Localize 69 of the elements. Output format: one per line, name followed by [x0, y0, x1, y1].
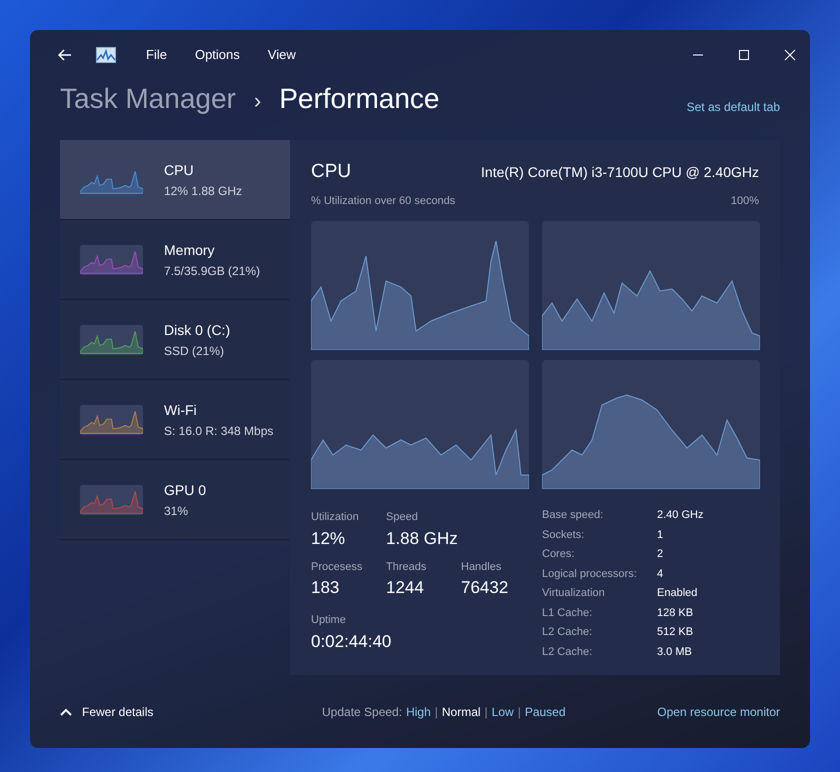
spec-value: 2 — [657, 547, 664, 562]
chart-app-icon — [96, 47, 116, 63]
spec-label: L2 Cache: — [542, 625, 594, 640]
fewer-details-button[interactable]: Fewer details — [60, 703, 290, 721]
spec-label: Base speed: — [542, 508, 604, 523]
open-resource-monitor-link[interactable]: Open resource monitor — [657, 703, 780, 721]
spec-label: Virtualization — [542, 586, 606, 601]
device-detail: SSD (21%) — [164, 342, 226, 360]
close-icon[interactable] — [784, 49, 796, 61]
spec-label: Logical processors: — [542, 566, 638, 582]
device-detail: 12% 1.88 GHz — [164, 182, 242, 200]
device-name: CPU — [164, 160, 195, 180]
device-name: GPU 0 — [164, 480, 206, 500]
breadcrumb-separator: › — [254, 87, 262, 115]
sidebar-item[interactable]: Wi-Fi S: 16.0 R: 348 Mbps — [60, 380, 290, 460]
spec-value: 4 — [657, 566, 664, 582]
spec-value: 512 KB — [657, 625, 694, 640]
spec-value: 128 KB — [657, 606, 694, 620]
menu-item[interactable]: View — [268, 45, 296, 65]
separator: | — [434, 704, 438, 721]
update-speed-option[interactable]: Paused — [524, 703, 566, 721]
spec-value: 1 — [657, 528, 664, 542]
separator: | — [484, 704, 488, 721]
update-speed-label: Update Speed: — [322, 704, 402, 721]
stat-label: Procesess — [311, 560, 364, 574]
menu-item[interactable]: Options — [194, 45, 240, 65]
device-detail: S: 16.0 R: 348 Mbps — [164, 422, 274, 440]
device-name: Disk 0 (C:) — [164, 320, 230, 340]
stat-value: 1244 — [386, 577, 425, 599]
update-speed-option[interactable]: Low — [492, 703, 514, 721]
sidebar-item[interactable]: CPU 12% 1.88 GHz — [60, 140, 290, 220]
cpu-model: Inte(R) Core(TM) i3-7100U CPU @ 2.40GHz — [481, 162, 759, 182]
stat-label: Threads — [386, 560, 428, 574]
breadcrumb-parent[interactable]: Task Manager — [60, 78, 236, 120]
update-speed-option[interactable]: High — [406, 703, 431, 721]
stat-label: Handles — [461, 560, 502, 574]
device-detail: 31% — [164, 502, 190, 520]
device-name: Wi-Fi — [164, 400, 198, 420]
graph-caption: % Utilization over 60 seconds — [311, 194, 456, 208]
stat-value: 183 — [311, 577, 340, 599]
spec-label: L2 Cache: — [542, 644, 594, 660]
maximize-icon[interactable] — [738, 49, 750, 61]
stat-value: 1.88 GHz — [386, 528, 459, 550]
chevron-up-icon — [60, 708, 72, 716]
spec-label: L1 Cache: — [542, 606, 594, 620]
panel-title: CPU — [311, 160, 352, 184]
spec-value: 3.0 MB — [657, 644, 693, 660]
menu-item[interactable]: File — [146, 45, 167, 65]
graph-max-label: 100% — [730, 194, 759, 208]
stat-value: 0:02:44:40 — [311, 630, 392, 652]
update-speed-option[interactable]: Normal — [442, 703, 481, 721]
spec-label: Cores: — [542, 547, 576, 562]
page-title: Performance — [279, 82, 440, 116]
back-arrow-icon[interactable] — [58, 49, 72, 61]
stat-label: Utilization — [311, 510, 360, 525]
spec-value: Enabled — [657, 586, 698, 601]
stat-value: 76432 — [461, 577, 508, 599]
separator: | — [518, 704, 521, 721]
sidebar-item[interactable]: Disk 0 (C:) SSD (21%) — [60, 300, 290, 380]
spec-label: Sockets: — [542, 528, 586, 542]
device-detail: 7.5/35.9GB (21%) — [164, 262, 260, 280]
set-default-tab-link[interactable]: Set as default tab — [686, 98, 780, 116]
spec-value: 2.40 GHz — [657, 508, 704, 523]
stat-label: Uptime — [311, 613, 347, 628]
sidebar-item[interactable]: GPU 0 31% — [60, 460, 290, 540]
device-name: Memory — [164, 240, 216, 260]
stat-value: 12% — [311, 528, 346, 550]
stat-label: Speed — [386, 510, 419, 525]
sidebar-item[interactable]: Memory 7.5/35.9GB (21%) — [60, 220, 290, 300]
